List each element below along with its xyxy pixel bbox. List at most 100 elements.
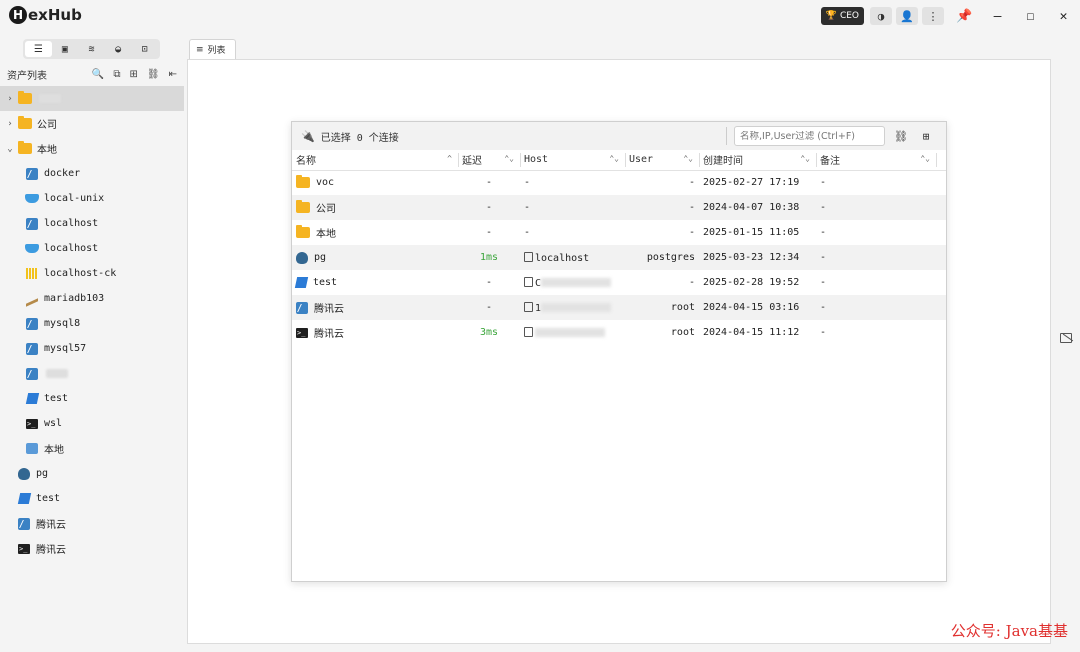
tree-item[interactable]: 本地 xyxy=(0,436,184,461)
cell-latency: 1ms xyxy=(458,245,520,270)
cell-name: voc xyxy=(292,170,458,195)
tree-item-icon-wrap xyxy=(25,393,39,405)
database-view-icon[interactable]: ≋ xyxy=(78,41,105,57)
copy-icon[interactable] xyxy=(524,276,533,287)
hide-panel-icon[interactable] xyxy=(1060,333,1072,343)
chevron-down-icon[interactable]: ⌄ xyxy=(5,144,15,154)
tree-item-icon-wrap xyxy=(17,467,31,480)
link-icon[interactable]: ⛓ xyxy=(147,69,160,80)
minimize-button[interactable]: — xyxy=(981,6,1014,26)
remote-desktop-view-icon[interactable]: ⊡ xyxy=(131,41,158,57)
table-row[interactable]: test - C -2025-02-28 19:52- xyxy=(292,270,946,295)
tree-item-label: docker xyxy=(44,168,81,179)
cell-note: - xyxy=(820,177,827,189)
folder-icon xyxy=(18,116,32,129)
cell-created: 2025-02-28 19:52 xyxy=(703,277,800,288)
tree-item-icon-wrap xyxy=(25,268,39,280)
new-folder-icon[interactable]: ⊞ xyxy=(130,69,138,80)
tree-item[interactable]: localhost xyxy=(0,211,184,236)
filter-input[interactable] xyxy=(740,130,879,142)
table-row[interactable]: pg 1ms localhost postgres 2025-03-23 12:34- xyxy=(292,245,946,270)
filter-input-box[interactable] xyxy=(734,126,885,146)
cell-note: - xyxy=(820,327,827,338)
asset-tree: › › 公司 ⌄ 本地 docker local-unix localhost localhos… xyxy=(0,86,184,561)
copy-icon[interactable] xyxy=(524,301,533,312)
tree-item[interactable]: localhost xyxy=(0,236,184,261)
sort-icon[interactable]: ⌃⌄ xyxy=(609,154,619,163)
tree-item[interactable]: >_ wsl xyxy=(0,411,184,436)
ceo-button[interactable]: 🏆 CEO xyxy=(820,7,864,25)
sort-icon[interactable]: ⌃⌄ xyxy=(920,154,930,163)
tree-item[interactable]: pg xyxy=(0,461,184,486)
tab-strip: ≡ 列表 xyxy=(189,39,236,59)
list-view-icon[interactable]: ☰ xyxy=(25,41,52,57)
new-folder-icon[interactable]: ⊞ xyxy=(918,128,934,144)
column-host[interactable]: Host ⌃⌄ xyxy=(520,150,625,171)
table-header-row: 名称 ^ 延迟 ⌃⌄ Host ⌃⌄ User ⌃⌄ 创建时间 ⌃⌄ 备注 ⌃⌄ xyxy=(292,150,946,171)
host-value: - xyxy=(524,202,531,213)
mysql-icon xyxy=(26,217,38,230)
cell-created: 2024-04-15 03:16 xyxy=(699,295,816,320)
cell-host: localhost xyxy=(520,245,625,270)
terminal-view-icon[interactable]: ▣ xyxy=(52,41,79,57)
copy-icon[interactable] xyxy=(524,251,533,262)
more-menu-icon[interactable]: ⋮ xyxy=(922,7,944,25)
tree-item[interactable]: >_ 腾讯云 xyxy=(0,536,184,561)
cell-spacer xyxy=(936,320,946,345)
tree-item[interactable]: mysql57 xyxy=(0,336,184,361)
copy-icon[interactable]: ⧉ xyxy=(113,69,120,80)
chevron-right-icon[interactable]: › xyxy=(5,94,15,104)
cell-latency: - xyxy=(458,195,520,220)
tree-item-label: wsl xyxy=(44,418,63,429)
tree-item[interactable]: localhost-ck xyxy=(0,261,184,286)
clickhouse-icon xyxy=(26,268,38,279)
collapse-sidebar-icon[interactable]: ⇤ xyxy=(169,69,177,80)
column-user[interactable]: User ⌃⌄ xyxy=(625,150,699,171)
pin-icon[interactable]: 📌 xyxy=(948,6,981,26)
tree-item[interactable]: local-unix xyxy=(0,186,184,211)
table-row[interactable]: 公司 - - -2024-04-07 10:38- xyxy=(292,195,946,220)
host-value: - xyxy=(524,177,531,189)
close-button[interactable]: ✕ xyxy=(1047,6,1080,26)
tree-item[interactable]: mariadb103 xyxy=(0,286,184,311)
tab-list[interactable]: ≡ 列表 xyxy=(189,39,236,59)
tree-item[interactable]: › 公司 xyxy=(0,111,184,136)
column-latency[interactable]: 延迟 ⌃⌄ xyxy=(458,150,520,171)
chevron-right-icon[interactable]: › xyxy=(5,119,15,129)
docker-icon xyxy=(25,244,39,253)
theme-toggle-icon[interactable]: ◑ xyxy=(870,7,892,25)
cell-latency: 3ms xyxy=(479,327,499,338)
tree-item[interactable]: › xyxy=(0,86,184,111)
table-row[interactable]: 本地 - - -2025-01-15 11:05- xyxy=(292,220,946,245)
tree-item[interactable]: test xyxy=(0,386,184,411)
sort-icon[interactable]: ⌃⌄ xyxy=(504,154,514,163)
note-icon xyxy=(17,493,31,504)
folder-icon xyxy=(296,175,310,189)
tree-item-label: 本地 xyxy=(37,145,57,156)
tree-item[interactable]: docker xyxy=(0,161,184,186)
link-icon[interactable]: ⛓ xyxy=(893,128,909,144)
tree-item[interactable]: 腾讯云 xyxy=(0,511,184,536)
column-note[interactable]: 备注 ⌃⌄ xyxy=(816,150,936,171)
column-name[interactable]: 名称 ^ xyxy=(292,150,458,171)
table-row[interactable]: 腾讯云 -1 root 2024-04-15 03:16- xyxy=(292,295,946,320)
maximize-button[interactable]: ☐ xyxy=(1014,6,1047,26)
mysql-icon xyxy=(296,301,308,314)
table-row[interactable]: voc - - -2025-02-27 17:19- xyxy=(292,170,946,195)
sort-up-icon[interactable]: ^ xyxy=(447,154,452,163)
search-icon[interactable]: 🔍 xyxy=(92,69,104,80)
table-row[interactable]: >_ 腾讯云 3ms root 2024-04-15 11:12 - xyxy=(292,320,946,345)
tree-item[interactable]: test xyxy=(0,486,184,511)
tree-item[interactable]: mysql8 xyxy=(0,311,184,336)
sort-icon[interactable]: ⌃⌄ xyxy=(800,154,810,163)
terminal-icon: >_ xyxy=(296,327,308,338)
tree-item[interactable]: ⌄ 本地 xyxy=(0,136,184,161)
sort-icon[interactable]: ⌃⌄ xyxy=(683,154,693,163)
docker-view-icon[interactable]: ◒ xyxy=(105,41,132,57)
cell-name: pg xyxy=(292,245,458,270)
user-icon[interactable]: 👤 xyxy=(896,7,918,25)
tree-item[interactable] xyxy=(0,361,184,386)
mysql-icon xyxy=(26,342,38,355)
copy-icon[interactable] xyxy=(524,326,533,337)
column-created[interactable]: 创建时间 ⌃⌄ xyxy=(699,150,816,171)
